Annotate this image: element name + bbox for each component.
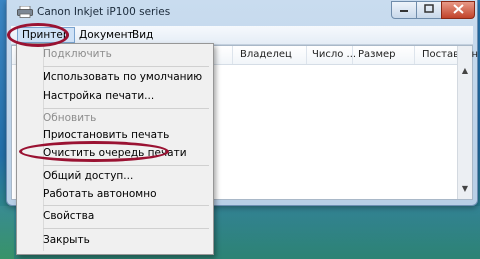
close-button[interactable]	[441, 1, 475, 19]
column-owner[interactable]: Владелец	[240, 49, 292, 60]
close-icon	[452, 3, 464, 17]
menu-item-close[interactable]: Закрыть	[43, 232, 90, 248]
column-separator	[414, 46, 415, 64]
minimize-icon	[399, 5, 409, 16]
scroll-down-icon[interactable]: ▼	[460, 184, 470, 194]
menu-separator	[43, 228, 209, 229]
column-separator	[306, 46, 307, 64]
menu-separator	[43, 108, 209, 109]
menu-separator	[43, 66, 209, 67]
minimize-button[interactable]	[391, 1, 417, 19]
menu-item-properties[interactable]: Свойства	[43, 208, 94, 224]
menu-item-use-offline[interactable]: Работать автономно	[43, 186, 157, 202]
menu-item-set-default[interactable]: Использовать по умолчанию	[43, 69, 202, 85]
menu-separator	[43, 165, 209, 166]
column-separator	[352, 46, 353, 64]
menu-item-cancel-all-documents[interactable]: Очистить очередь печати	[43, 145, 187, 161]
menu-separator	[43, 205, 209, 206]
window-title: Canon Inkjet iP100 series	[37, 6, 171, 18]
menu-item-refresh: Обновить	[43, 112, 97, 124]
scroll-up-icon[interactable]: ▲	[460, 66, 470, 76]
column-separator	[232, 46, 233, 64]
menu-item-connect: Подключить	[43, 48, 112, 60]
menu-view[interactable]: Вид	[128, 28, 157, 42]
menu-item-pause-printing[interactable]: Приостановить печать	[43, 127, 169, 143]
printer-icon	[17, 5, 33, 18]
printer-menu-dropdown: Подключить Использовать по умолчанию Нас…	[16, 43, 214, 255]
menu-printer[interactable]: Принтер	[17, 27, 75, 43]
column-pages[interactable]: Число ...	[312, 49, 356, 60]
maximize-button[interactable]	[416, 1, 442, 19]
menu-item-sharing[interactable]: Общий доступ...	[43, 168, 133, 184]
column-size[interactable]: Размер	[358, 49, 396, 60]
vertical-scrollbar[interactable]: ▲ ▼	[457, 46, 472, 199]
menu-item-printing-preferences[interactable]: Настройка печати...	[43, 88, 154, 104]
title-bar[interactable]: Canon Inkjet iP100 series	[7, 0, 477, 24]
maximize-icon	[424, 4, 434, 16]
